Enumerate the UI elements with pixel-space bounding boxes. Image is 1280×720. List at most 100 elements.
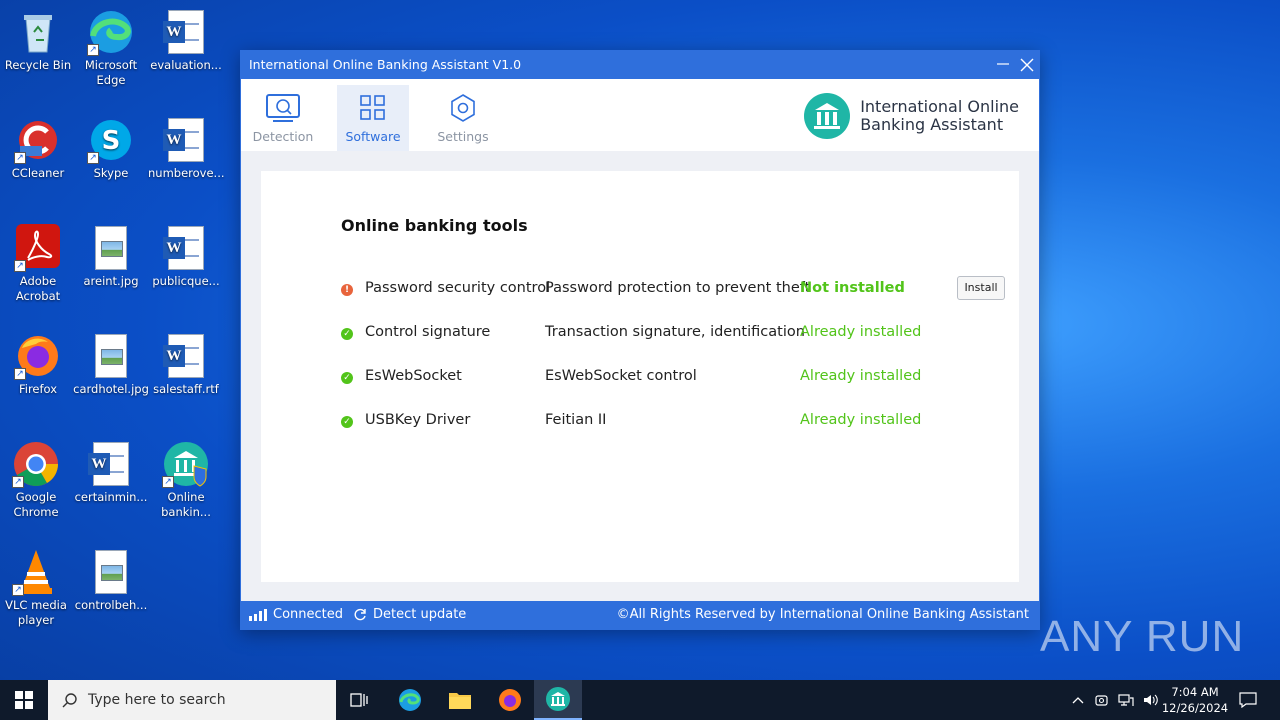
tray-volume[interactable] — [1140, 680, 1160, 720]
tool-row: ✓ EsWebSocket EsWebSocket control Alread… — [341, 368, 1011, 392]
check-icon: ✓ — [341, 328, 353, 340]
show-hidden-icons-button[interactable] — [1068, 680, 1088, 720]
window-title: International Online Banking Assistant V… — [249, 57, 522, 72]
network-icon — [1118, 694, 1134, 706]
taskbar-file-explorer[interactable] — [440, 680, 480, 720]
image-file-icon — [87, 548, 135, 596]
bank-logo-icon — [804, 93, 851, 139]
check-icon: ✓ — [341, 416, 353, 428]
tool-status: Already installed — [800, 324, 922, 340]
signal-bars-icon — [249, 609, 267, 621]
task-view-button[interactable] — [340, 680, 380, 720]
window-titlebar[interactable]: International Online Banking Assistant V… — [241, 51, 1039, 79]
tool-row: ! Password security control Password pro… — [341, 276, 1011, 304]
start-button[interactable] — [0, 680, 48, 720]
taskbar-search[interactable]: Type here to search — [48, 680, 336, 720]
tool-description: Transaction signature, identification — [545, 324, 805, 340]
tool-status: Not installed — [800, 280, 905, 296]
svg-text:S: S — [102, 126, 121, 156]
taskbar-edge[interactable] — [390, 680, 430, 720]
word-document-icon: W — [162, 116, 210, 164]
word-document-icon: W — [87, 440, 135, 488]
tool-status: Already installed — [800, 412, 922, 428]
tools-panel: Online banking tools ! Password security… — [261, 171, 1019, 582]
desktop-icon-areint-jpg[interactable]: areint.jpg — [73, 224, 149, 289]
desktop-icon-certainmin[interactable]: W certainmin... — [73, 440, 149, 505]
taskbar-banking-assistant[interactable] — [534, 680, 582, 720]
desktop-icon-ccleaner[interactable]: ↗ CCleaner — [0, 116, 76, 181]
tool-description: Feitian II — [545, 412, 607, 428]
app-window: International Online Banking Assistant V… — [240, 50, 1040, 630]
desktop-icon-publicque[interactable]: W publicque... — [148, 224, 224, 289]
windows-logo-icon — [15, 691, 33, 709]
tool-status: Already installed — [800, 368, 922, 384]
word-document-icon: W — [162, 332, 210, 380]
firefox-icon: ↗ — [14, 332, 62, 380]
desktop-icon-firefox[interactable]: ↗ Firefox — [0, 332, 76, 397]
detect-update-button[interactable]: Detect update — [353, 601, 466, 629]
vlc-icon: ↗ — [12, 548, 60, 596]
tool-name: USBKey Driver — [365, 412, 471, 428]
taskbar-firefox[interactable] — [490, 680, 530, 720]
minimize-icon — [997, 63, 1009, 65]
settings-gear-icon — [427, 91, 499, 125]
detection-icon — [247, 91, 319, 125]
tab-detection[interactable]: Detection — [247, 85, 319, 151]
clock-date: 12/26/2024 — [1161, 701, 1229, 715]
tool-name: Password security control — [365, 280, 551, 296]
desktop-icon-microsoft-edge[interactable]: ↗ Microsoft Edge — [73, 8, 149, 88]
chrome-icon: ↗ — [12, 440, 60, 488]
image-file-icon — [87, 332, 135, 380]
tab-settings[interactable]: Settings — [427, 85, 499, 151]
desktop-icon-adobe-acrobat[interactable]: ↗ Adobe Acrobat — [0, 224, 76, 304]
desktop-icon-salestaff-rtf[interactable]: W salestaff.rtf — [148, 332, 224, 397]
task-view-icon — [350, 693, 368, 707]
notification-center-button[interactable] — [1232, 680, 1264, 720]
minimize-button[interactable] — [991, 51, 1015, 79]
camera-icon — [1095, 695, 1108, 706]
brand: International Online Banking Assistant — [804, 93, 1019, 139]
tray-meet-now[interactable] — [1092, 680, 1112, 720]
tool-description: Password protection to prevent theft — [545, 280, 811, 296]
desktop-icon-vlc[interactable]: ↗ VLC media player — [0, 548, 74, 628]
desktop-icon-google-chrome[interactable]: ↗ Google Chrome — [0, 440, 74, 520]
tray-network[interactable] — [1116, 680, 1136, 720]
desktop-icon-skype[interactable]: S ↗ Skype — [73, 116, 149, 181]
tool-name: Control signature — [365, 324, 491, 340]
adobe-acrobat-icon: ↗ — [14, 224, 62, 272]
image-file-icon — [87, 224, 135, 272]
desktop-icon-controlbeh[interactable]: controlbeh... — [73, 548, 149, 613]
install-button[interactable]: Install — [957, 276, 1005, 300]
tool-description: EsWebSocket control — [545, 368, 697, 384]
recycle-bin-icon — [14, 8, 62, 56]
brand-line-1: International Online — [860, 97, 1019, 116]
desktop-icon-online-banking[interactable]: ↗ Online bankin... — [148, 440, 224, 520]
tab-software[interactable]: Software — [337, 85, 409, 151]
taskbar: Type here to search 7:04 AM 12/26/2024 — [0, 680, 1280, 720]
word-document-icon: W — [162, 224, 210, 272]
search-placeholder: Type here to search — [88, 692, 226, 708]
word-document-icon: W — [162, 8, 210, 56]
bank-icon — [546, 687, 570, 711]
desktop-icon-numberove[interactable]: W numberove... — [148, 116, 225, 181]
app-toolbar: Detection Software Settings Internationa… — [241, 79, 1039, 151]
speaker-icon — [1144, 694, 1158, 706]
notification-icon — [1239, 692, 1257, 708]
close-icon — [1020, 58, 1034, 72]
brand-line-2: Banking Assistant — [860, 115, 1004, 134]
tray-clock[interactable]: 7:04 AM 12/26/2024 — [1160, 684, 1230, 716]
copyright-text: ©All Rights Reserved by International On… — [616, 607, 1029, 622]
folder-icon — [449, 693, 471, 709]
desktop-icon-evaluation[interactable]: W evaluation... — [148, 8, 224, 73]
bank-icon: ↗ — [162, 440, 210, 488]
close-button[interactable] — [1015, 51, 1039, 79]
anyrun-watermark: ANY RUN — [1040, 612, 1245, 661]
connection-status: Connected — [249, 601, 343, 629]
search-icon — [62, 693, 77, 708]
desktop-icon-recycle-bin[interactable]: Recycle Bin — [0, 8, 76, 73]
desktop-icon-cardhotel-jpg[interactable]: cardhotel.jpg — [73, 332, 149, 397]
tool-name: EsWebSocket — [365, 368, 462, 384]
firefox-icon — [499, 689, 521, 711]
check-icon: ✓ — [341, 372, 353, 384]
chevron-up-icon — [1072, 697, 1084, 704]
